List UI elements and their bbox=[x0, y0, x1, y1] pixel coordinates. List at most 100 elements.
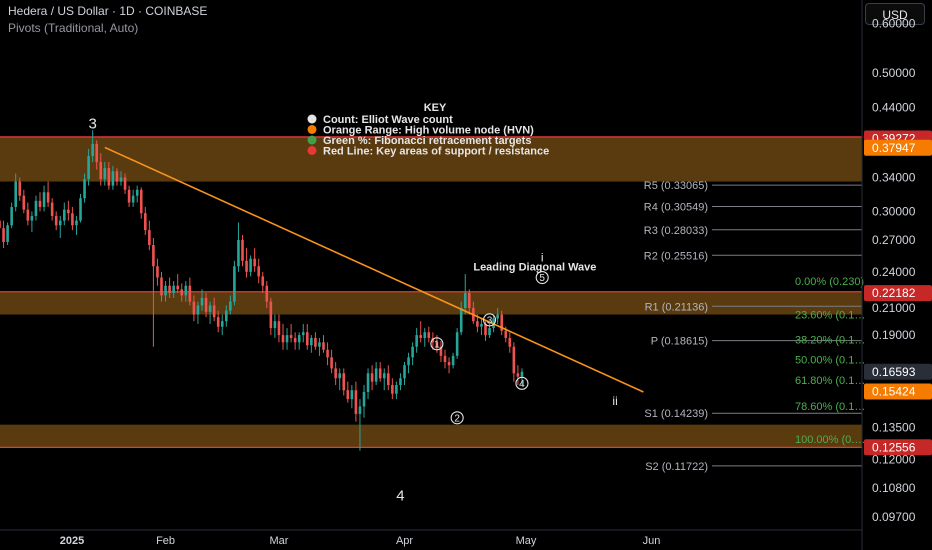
candle-body-37 bbox=[139, 189, 143, 214]
candle-body-19 bbox=[67, 209, 70, 214]
candle-body-87 bbox=[342, 373, 346, 391]
time-tick-6: Jun bbox=[643, 535, 661, 547]
fib-label-5: 61.80% (0.1… bbox=[795, 375, 865, 387]
candle-body-68 bbox=[265, 285, 269, 302]
candle-body-63 bbox=[245, 260, 248, 272]
candle-body-69 bbox=[269, 301, 273, 329]
candle-body-79 bbox=[310, 337, 313, 346]
candle-body-30 bbox=[111, 171, 115, 186]
price-tick-14: 0.13500 bbox=[872, 421, 916, 435]
candle-body-77 bbox=[301, 332, 305, 336]
candle-body-120 bbox=[476, 321, 479, 327]
candle-body-27 bbox=[99, 162, 103, 180]
candle-body-55 bbox=[212, 305, 216, 318]
fib-label-1: 0.00% (0.230) bbox=[795, 276, 864, 288]
price-tag-6: 0.12556 bbox=[872, 440, 916, 454]
candle-body-39 bbox=[148, 230, 151, 246]
legend-dot-3 bbox=[307, 135, 317, 145]
price-axis: 0.60000 0.50000 0.44000 0.34000 0.30000 0.270… bbox=[861, 0, 932, 550]
legend-dot-2 bbox=[307, 125, 317, 134]
candle-body-105 bbox=[415, 335, 418, 347]
candle-body-88 bbox=[346, 390, 350, 400]
candle-body-117 bbox=[463, 292, 467, 309]
candle-body-85 bbox=[334, 368, 337, 379]
support-resistance-lines bbox=[0, 136, 862, 449]
time-axis: 2025 Feb Mar Apr May Jun bbox=[0, 529, 862, 547]
candle-body-62 bbox=[241, 239, 244, 261]
candle-body-42 bbox=[160, 277, 163, 296]
candle-body-83 bbox=[326, 349, 329, 358]
price-tick-6: 0.30000 bbox=[872, 204, 916, 218]
candle-body-100 bbox=[395, 385, 398, 394]
candle-body-101 bbox=[399, 378, 402, 386]
candle-body-50 bbox=[192, 301, 196, 315]
candle-body-89 bbox=[350, 390, 354, 400]
candle-body-107 bbox=[423, 332, 427, 338]
candle-body-75 bbox=[293, 337, 297, 343]
candle-body-82 bbox=[322, 342, 325, 350]
candle-body-4 bbox=[6, 225, 9, 242]
time-tick-3: Mar bbox=[269, 535, 288, 547]
legend-title: KEY bbox=[424, 102, 447, 114]
candle-body-92 bbox=[362, 391, 366, 407]
price-tick-1: 0.50000 bbox=[872, 66, 916, 80]
candle-body-84 bbox=[330, 357, 333, 369]
candle-body-72 bbox=[281, 335, 285, 343]
candle-body-33 bbox=[123, 177, 127, 190]
candle-body-114 bbox=[451, 355, 455, 366]
candle-body-131 bbox=[520, 371, 524, 377]
candle-body-104 bbox=[411, 346, 414, 358]
wave-label-1: 3 bbox=[88, 116, 96, 133]
candle-body-32 bbox=[119, 177, 123, 182]
price-tick-11: 0.19000 bbox=[872, 328, 916, 342]
candle-body-35 bbox=[131, 195, 135, 203]
candle-body-81 bbox=[318, 342, 321, 347]
candle-body-31 bbox=[115, 171, 119, 182]
candle-body-73 bbox=[285, 335, 289, 343]
candle-body-94 bbox=[370, 373, 374, 382]
candle-body-108 bbox=[427, 332, 431, 338]
candle-body-121 bbox=[480, 323, 483, 327]
candle-body-46 bbox=[176, 285, 179, 290]
candle-body-103 bbox=[407, 357, 410, 366]
candle-body-28 bbox=[103, 168, 107, 180]
candle-body-38 bbox=[144, 213, 147, 231]
pivot-label-2: R4 (0.30549) bbox=[644, 202, 708, 214]
candle-body-53 bbox=[204, 297, 208, 312]
candle-body-48 bbox=[184, 285, 188, 296]
candle-body-6 bbox=[14, 181, 17, 207]
price-tag-4: 0.16593 bbox=[872, 365, 916, 379]
fib-label-6: 78.60% (0.1… bbox=[795, 401, 865, 413]
candle-body-8 bbox=[22, 195, 26, 210]
price-tag-5: 0.15424 bbox=[872, 385, 916, 399]
wave-label-6: 4 bbox=[519, 379, 525, 390]
candle-body-59 bbox=[229, 301, 232, 311]
legend-item-4: Red Line: Key areas of support / resista… bbox=[323, 146, 549, 158]
candle-body-112 bbox=[443, 355, 447, 363]
candle-body-64 bbox=[249, 258, 252, 272]
candle-body-127 bbox=[504, 330, 508, 338]
price-tag-2: 0.37947 bbox=[872, 141, 916, 155]
candle-body-128 bbox=[508, 337, 512, 347]
price-tick-18: 0.09700 bbox=[872, 510, 916, 524]
candle-body-36 bbox=[135, 189, 139, 196]
candle-body-67 bbox=[261, 276, 265, 286]
price-chart[interactable]: R5 (0.33065) R4 (0.30549) R3 (0.28033) R2 (… bbox=[0, 0, 932, 550]
candle-body-49 bbox=[188, 285, 192, 302]
candle-body-116 bbox=[459, 308, 463, 333]
candle-body-71 bbox=[277, 321, 281, 336]
candle-body-13 bbox=[42, 192, 46, 207]
candle-body-86 bbox=[338, 373, 341, 379]
candle-body-5 bbox=[10, 206, 13, 226]
pivot-label-6: P (0.18615) bbox=[651, 336, 708, 348]
price-tick-10: 0.21000 bbox=[872, 301, 916, 315]
pivot-label-8: S2 (0.11722) bbox=[645, 461, 708, 473]
candle-body-60 bbox=[233, 266, 236, 302]
candle-body-129 bbox=[512, 346, 516, 374]
candle-body-34 bbox=[127, 189, 131, 203]
wave-label-4: 2 bbox=[454, 413, 460, 424]
legend: KEYCount: Elliot Wave countOrange Range:… bbox=[307, 102, 549, 158]
wave-label-9: ii bbox=[612, 394, 617, 408]
price-tag-3: 0.22182 bbox=[872, 286, 916, 300]
candle-body-95 bbox=[374, 368, 378, 382]
